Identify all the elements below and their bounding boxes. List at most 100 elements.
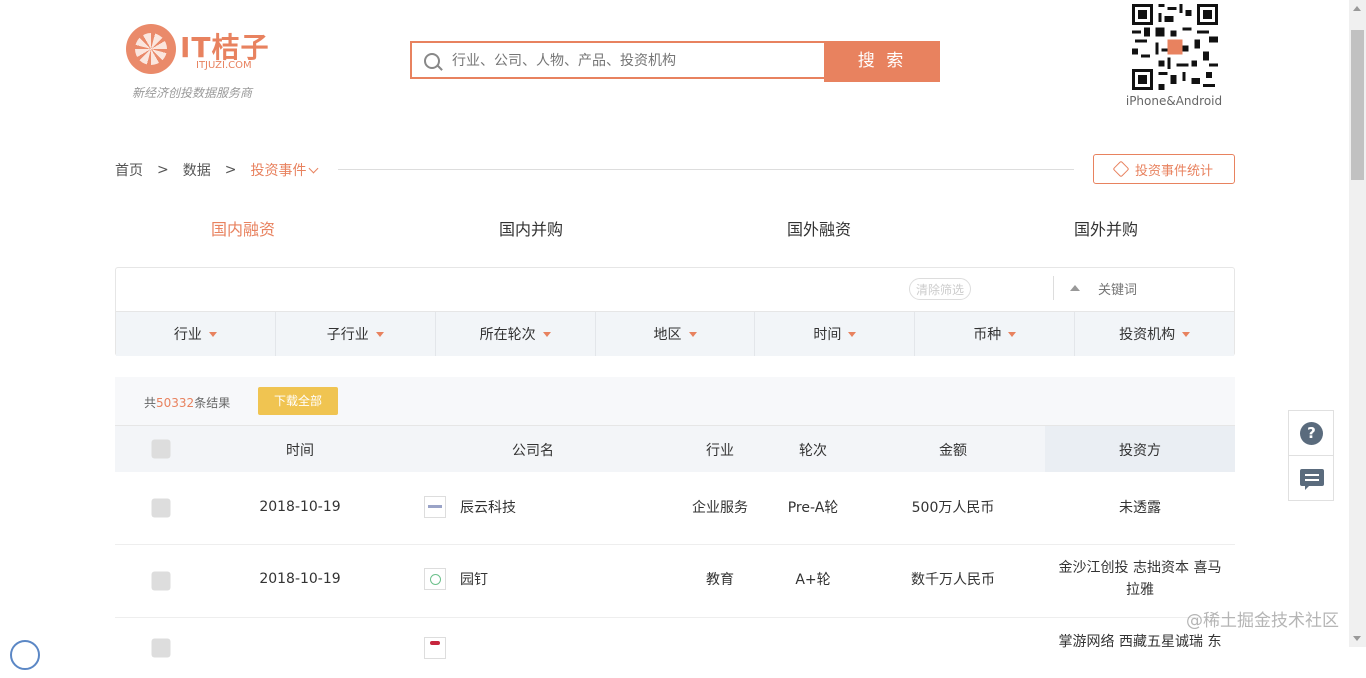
filter-label: 地区 — [653, 327, 682, 343]
help-icon: ? — [1300, 422, 1323, 445]
cell-industry: 企业服务 — [692, 500, 748, 516]
watermark: @稀土掘金技术社区 — [1186, 611, 1339, 631]
table-row[interactable]: 掌游网络 西藏五星诚瑞 东 — [115, 618, 1235, 678]
collapse-arrow-icon[interactable] — [1070, 285, 1080, 291]
tag-icon — [1112, 160, 1130, 178]
column-header-time[interactable]: 时间 — [286, 440, 314, 460]
column-header-industry[interactable]: 行业 — [706, 440, 734, 460]
breadcrumb-current-dropdown[interactable]: 投资事件 — [250, 160, 319, 180]
cell-investors[interactable]: 金沙江创投 志拙资本 喜马拉雅 — [1055, 557, 1225, 601]
filter-label: 子行业 — [326, 327, 369, 343]
cell-company[interactable]: 辰云科技 — [424, 496, 516, 518]
row-checkbox[interactable] — [151, 638, 171, 658]
divider — [338, 169, 1074, 170]
scrollbar-thumb[interactable] — [1351, 30, 1364, 180]
orange-slice-icon — [126, 24, 176, 74]
investment-stats-button[interactable]: 投资事件统计 — [1093, 154, 1235, 184]
cell-time: 2018-10-19 — [259, 499, 341, 515]
category-tabs: 国内融资 国内并购 国外融资 国外并购 — [100, 216, 1250, 240]
keyword-input[interactable] — [1096, 280, 1220, 300]
logo-slogan: 新经济创投数据服务商 — [132, 86, 253, 100]
filter-sub-industry[interactable]: 子行业 — [276, 312, 436, 356]
column-header-round[interactable]: 轮次 — [799, 440, 827, 460]
cell-amount: 500万人民币 — [911, 500, 995, 516]
site-logo[interactable]: IT桔子 ITJUZI.COM 新经济创投数据服务商 — [126, 24, 276, 108]
cell-round: Pre-A轮 — [787, 500, 839, 516]
breadcrumb-current-label: 投资事件 — [250, 163, 307, 179]
select-all-checkbox[interactable] — [151, 439, 171, 459]
company-logo — [424, 568, 446, 590]
filter-dropdown-row: 行业 子行业 所在轮次 地区 时间 币种 投资机构 — [116, 311, 1234, 356]
download-all-button[interactable]: 下载全部 — [258, 387, 338, 415]
table-header: 时间 公司名 行业 轮次 金额 投资方 — [115, 425, 1235, 472]
cell-industry: 教育 — [706, 572, 734, 588]
filter-investor[interactable]: 投资机构 — [1075, 312, 1234, 356]
count-number: 50332 — [156, 396, 195, 410]
qr-code — [1132, 4, 1218, 90]
scroll-down-arrow-icon[interactable] — [1353, 636, 1361, 641]
logo-domain: ITJUZI.COM — [196, 60, 252, 71]
caret-down-icon — [1008, 331, 1017, 337]
caret-down-icon — [542, 331, 551, 337]
feedback-button[interactable] — [1288, 455, 1334, 501]
cell-company[interactable] — [424, 637, 446, 659]
cell-round: A+轮 — [795, 572, 831, 588]
breadcrumb-data[interactable]: 数据 — [183, 160, 211, 180]
cell-company[interactable]: 园钉 — [424, 568, 488, 590]
column-header-investors[interactable]: 投资方 — [1119, 440, 1161, 460]
cell-investors[interactable]: 未透露 — [1119, 497, 1161, 517]
count-suffix: 条结果 — [194, 396, 231, 410]
chat-icon — [1300, 469, 1324, 490]
investment-stats-label: 投资事件统计 — [1134, 163, 1213, 179]
search-input[interactable] — [450, 49, 814, 73]
caret-down-icon — [375, 331, 384, 337]
breadcrumb-home[interactable]: 首页 — [115, 160, 143, 180]
tab-domestic-ma[interactable]: 国内并购 — [499, 216, 563, 240]
breadcrumb-separator: > — [224, 162, 237, 178]
filter-industry[interactable]: 行业 — [116, 312, 276, 356]
breadcrumb: 首页 > 数据 > 投资事件 — [115, 160, 319, 180]
clear-filter-button[interactable]: 清除筛选 — [909, 278, 971, 300]
cell-time: 2018-10-19 — [259, 571, 341, 587]
company-name[interactable]: 园钉 — [460, 569, 488, 589]
column-header-amount[interactable]: 金额 — [939, 440, 967, 460]
company-name[interactable]: 辰云科技 — [460, 497, 516, 517]
filter-currency[interactable]: 币种 — [915, 312, 1076, 356]
search-button[interactable]: 搜 索 — [824, 41, 940, 82]
floating-circle-icon[interactable] — [10, 640, 40, 670]
table-row[interactable]: 2018-10-19 辰云科技 企业服务 Pre-A轮 500万人民币 未透露 — [115, 471, 1235, 545]
filter-label: 币种 — [973, 327, 1002, 343]
filter-label: 所在轮次 — [479, 327, 536, 343]
result-bar: 共50332条结果 下载全部 — [115, 377, 1235, 425]
caret-down-icon — [208, 331, 217, 337]
cell-investors[interactable]: 掌游网络 西藏五星诚瑞 东 — [1059, 631, 1222, 651]
search-box — [410, 41, 824, 79]
divider — [1053, 276, 1054, 300]
help-button[interactable]: ? — [1288, 410, 1334, 456]
result-count: 共50332条结果 — [144, 394, 230, 411]
count-prefix: 共 — [144, 396, 157, 410]
filter-region[interactable]: 地区 — [596, 312, 756, 356]
column-header-company[interactable]: 公司名 — [512, 440, 554, 460]
row-checkbox[interactable] — [151, 498, 171, 518]
scroll-up-arrow-icon[interactable] — [1353, 6, 1361, 11]
tab-foreign-ma[interactable]: 国外并购 — [1074, 216, 1138, 240]
caret-down-icon — [848, 331, 857, 337]
caret-down-icon — [1182, 331, 1191, 337]
qr-caption: iPhone&Android — [1125, 94, 1223, 108]
tab-foreign-financing[interactable]: 国外融资 — [787, 216, 851, 240]
filter-time[interactable]: 时间 — [755, 312, 916, 356]
row-checkbox[interactable] — [151, 571, 171, 591]
vertical-scrollbar[interactable] — [1349, 0, 1366, 647]
breadcrumb-separator: > — [157, 162, 169, 178]
chevron-down-icon — [309, 163, 319, 174]
filter-panel: 清除筛选 行业 子行业 所在轮次 地区 时间 币种 投资机构 — [115, 267, 1235, 356]
filter-round[interactable]: 所在轮次 — [436, 312, 596, 356]
filter-label: 投资机构 — [1119, 327, 1176, 343]
caret-down-icon — [688, 331, 697, 337]
filter-label: 时间 — [813, 327, 842, 343]
table-row[interactable]: 2018-10-19 园钉 教育 A+轮 数千万人民币 金沙江创投 志拙资本 喜… — [115, 545, 1235, 618]
company-logo — [424, 637, 446, 659]
tab-domestic-financing[interactable]: 国内融资 — [211, 216, 275, 240]
cell-amount: 数千万人民币 — [911, 572, 995, 588]
